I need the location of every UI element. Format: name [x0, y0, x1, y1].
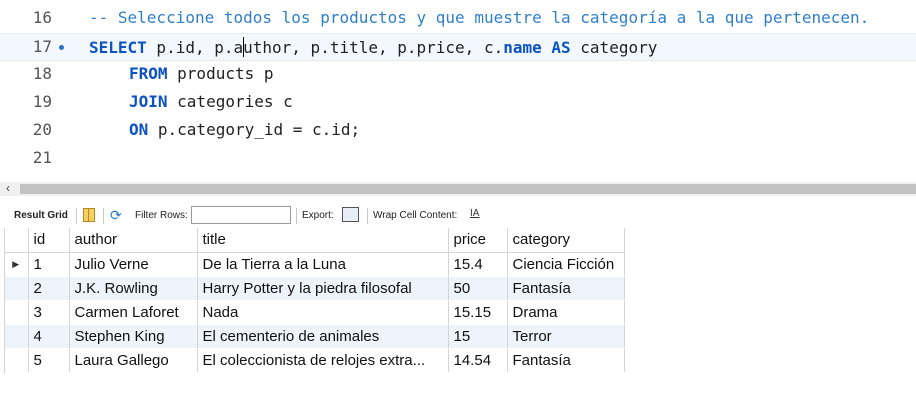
cell-id[interactable]: 3 — [28, 300, 70, 325]
triangle-right-icon: ▶ — [4, 252, 29, 277]
table-row[interactable]: 5 Laura Gallego El coleccionista de relo… — [4, 348, 625, 373]
toolbar-divider — [103, 208, 104, 224]
sql-text: p.category_id = c.id; — [148, 120, 361, 139]
code-line-16[interactable]: 16 -- Seleccione todos los productos y q… — [0, 5, 916, 33]
sql-on-clause: ON p.category_id = c.id; — [129, 120, 360, 139]
line-number: 21 — [32, 148, 52, 167]
cell-id[interactable]: 5 — [28, 348, 70, 373]
grid-icon[interactable] — [83, 208, 95, 222]
row-marker-header — [4, 228, 29, 253]
sql-keyword: JOIN — [129, 92, 168, 111]
sql-comment: -- Seleccione todos los productos y que … — [89, 8, 870, 27]
sql-select-statement: SELECT p.id, p.author, p.title, p.price,… — [89, 37, 657, 57]
toolbar-divider — [367, 208, 368, 224]
cell-price[interactable]: 50 — [448, 276, 508, 301]
grid-border — [4, 228, 5, 373]
cell-category[interactable]: Terror — [507, 324, 625, 349]
cell-author[interactable]: Laura Gallego — [69, 348, 198, 373]
row-marker — [4, 276, 29, 301]
column-header-author[interactable]: author — [69, 228, 198, 253]
cell-price[interactable]: 15.4 — [448, 252, 508, 277]
cell-author[interactable]: Stephen King — [69, 324, 198, 349]
cell-title[interactable]: Harry Potter y la piedra filosofal — [197, 276, 449, 301]
result-table: id author title price category ▶ 1 Julio… — [4, 228, 625, 373]
chevron-left-icon[interactable]: ‹ — [6, 181, 10, 195]
sql-keyword: AS — [551, 38, 571, 57]
line-number: 16 — [32, 8, 52, 27]
table-row[interactable]: ▶ 1 Julio Verne De la Tierra a la Luna 1… — [4, 252, 625, 277]
code-line-21[interactable]: 21 — [0, 145, 916, 173]
sql-keyword: ON — [129, 120, 149, 139]
wrap-cell-content-label: Wrap Cell Content: — [373, 210, 458, 221]
line-number: 18 — [32, 64, 52, 83]
cell-id[interactable]: 4 — [28, 324, 70, 349]
sql-keyword: SELECT — [89, 38, 147, 57]
table-row[interactable]: 2 J.K. Rowling Harry Potter y la piedra … — [4, 276, 625, 301]
sql-keyword: name — [503, 38, 542, 57]
result-toolbar: Result Grid ⟳ Filter Rows: Export: Wrap … — [0, 204, 916, 228]
refresh-icon[interactable]: ⟳ — [110, 207, 122, 224]
cell-title[interactable]: El coleccionista de relojes extra... — [197, 348, 449, 373]
table-header-row: id author title price category — [4, 228, 625, 253]
cell-title[interactable]: Nada — [197, 300, 449, 325]
column-header-price[interactable]: price — [448, 228, 508, 253]
editor-horizontal-scrollbar[interactable]: ‹ — [0, 181, 916, 196]
wrap-text-icon[interactable]: IA — [470, 208, 479, 219]
table-row[interactable]: 4 Stephen King El cementerio de animales… — [4, 324, 625, 349]
sql-text: products p — [167, 64, 274, 83]
cell-author[interactable]: J.K. Rowling — [69, 276, 198, 301]
code-line-19[interactable]: 19 JOIN categories c — [0, 89, 916, 117]
scrollbar-thumb[interactable] — [20, 184, 916, 194]
cell-price[interactable]: 15.15 — [448, 300, 508, 325]
code-line-17[interactable]: 17 SELECT p.id, p.author, p.title, p.pri… — [0, 33, 916, 61]
cell-category[interactable]: Fantasía — [507, 276, 625, 301]
cell-id[interactable]: 2 — [28, 276, 70, 301]
cell-price[interactable]: 14.54 — [448, 348, 508, 373]
line-number: 17 — [32, 37, 52, 56]
sql-text: uthor, p.title, p.price, c. — [243, 38, 504, 57]
sql-text: categories c — [167, 92, 293, 111]
table-row[interactable]: 3 Carmen Laforet Nada 15.15 Drama — [4, 300, 625, 325]
code-line-20[interactable]: 20 ON p.category_id = c.id; — [0, 117, 916, 145]
cell-category[interactable]: Drama — [507, 300, 625, 325]
cell-id[interactable]: 1 — [28, 252, 70, 277]
column-header-title[interactable]: title — [197, 228, 449, 253]
export-label: Export: — [302, 210, 334, 221]
column-header-category[interactable]: category — [507, 228, 625, 253]
toolbar-divider — [76, 208, 77, 224]
sql-editor[interactable]: 16 -- Seleccione todos los productos y q… — [0, 0, 916, 182]
cell-author[interactable]: Julio Verne — [69, 252, 198, 277]
line-number: 19 — [32, 92, 52, 111]
row-marker — [4, 324, 29, 349]
column-header-id[interactable]: id — [28, 228, 70, 253]
filter-rows-input[interactable] — [191, 206, 291, 224]
sql-keyword: FROM — [129, 64, 168, 83]
cell-title[interactable]: El cementerio de animales — [197, 324, 449, 349]
row-marker — [4, 300, 29, 325]
toolbar-divider — [296, 208, 297, 224]
line-number: 20 — [32, 120, 52, 139]
cell-category[interactable]: Ciencia Ficción — [507, 252, 625, 277]
export-icon[interactable] — [342, 207, 359, 222]
statement-marker-icon — [59, 45, 64, 50]
cell-author[interactable]: Carmen Laforet — [69, 300, 198, 325]
sql-join-clause: JOIN categories c — [129, 92, 293, 111]
sql-from-clause: FROM products p — [129, 64, 274, 83]
code-line-18[interactable]: 18 FROM products p — [0, 61, 916, 89]
row-marker — [4, 348, 29, 373]
cell-price[interactable]: 15 — [448, 324, 508, 349]
result-grid: id author title price category ▶ 1 Julio… — [0, 228, 916, 412]
result-grid-tab[interactable]: Result Grid — [14, 210, 68, 221]
cell-category[interactable]: Fantasía — [507, 348, 625, 373]
filter-rows-label: Filter Rows: — [135, 210, 188, 221]
sql-text: p.id, p.a — [146, 38, 244, 57]
cell-title[interactable]: De la Tierra a la Luna — [197, 252, 449, 277]
sql-text: category — [570, 38, 658, 57]
